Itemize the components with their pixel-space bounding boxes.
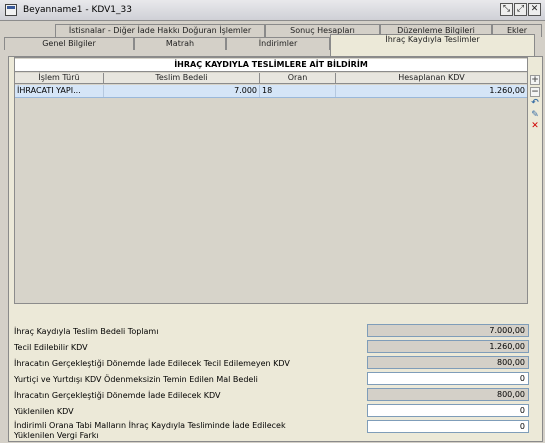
window-icon (5, 4, 17, 16)
grid-title: İHRAÇ KAYDIYLA TESLİMLERE AİT BİLDİRİM (15, 59, 527, 72)
add-row-icon[interactable]: + (530, 75, 540, 85)
label-vergi-farki-line1: İndirimli Orana Tabi Malların İhraç Kayd… (14, 421, 286, 430)
teslim-grid: İHRAÇ KAYDIYLA TESLİMLERE AİT BİLDİRİM İ… (14, 57, 528, 304)
label-tecil-edilebilir-kdv: Tecil Edilebilir KDV (14, 343, 88, 352)
field-teslim-bedeli-toplami[interactable]: 7.000,00 (367, 324, 529, 337)
table-row[interactable]: İHRACATI YAPI... 7.000 18 1.260,00 (15, 85, 527, 98)
cell-hesaplanan-kdv[interactable]: 1.260,00 (336, 85, 527, 97)
remove-row-icon[interactable]: − (530, 87, 540, 97)
column-header-hesaplanan-kdv[interactable]: Hesaplanan KDV (336, 73, 527, 84)
maximize-icon[interactable]: ⤢ (514, 3, 527, 16)
tab-matrah[interactable]: Matrah (134, 37, 226, 50)
restore-icon[interactable]: ⤡ (500, 3, 513, 16)
field-temin-edilen-mal-bedeli[interactable]: 0 (367, 372, 529, 385)
column-header-islem-turu[interactable]: İşlem Türü (15, 73, 104, 84)
label-iade-tecil-edilemeyen-kdv: İhracatın Gerçekleştiği Dönemde İade Edi… (14, 359, 290, 368)
field-iade-edilecek-kdv[interactable]: 800,00 (367, 388, 529, 401)
label-teslim-bedeli-toplami: İhraç Kaydıyla Teslim Bedeli Toplamı (14, 327, 159, 336)
column-header-teslim-bedeli[interactable]: Teslim Bedeli (104, 73, 260, 84)
label-temin-edilen-mal-bedeli: Yurtiçi ve Yurtdışı KDV Ödenmeksizin Tem… (14, 375, 258, 384)
tab-istisnalar[interactable]: İstisnalar - Diğer İade Hakkı Doğuran İş… (55, 24, 265, 37)
window-title: Beyanname1 - KDV1_33 (23, 5, 132, 15)
delete-icon[interactable]: ✕ (530, 122, 540, 132)
field-yuklenilen-kdv[interactable]: 0 (367, 404, 529, 417)
cell-islem-turu[interactable]: İHRACATI YAPI... (15, 85, 104, 97)
field-tecil-edilebilir-kdv[interactable]: 1.260,00 (367, 340, 529, 353)
field-vergi-farki[interactable]: 0 (367, 420, 529, 433)
edit-icon[interactable]: ✎ (530, 111, 540, 121)
label-vergi-farki-line2: Yüklenilen Vergi Farkı (14, 431, 99, 440)
window-titlebar: Beyanname1 - KDV1_33 ⤡ ⤢ ✕ (0, 0, 545, 21)
label-iade-edilecek-kdv: İhracatın Gerçekleştiği Dönemde İade Edi… (14, 391, 221, 400)
tab-genel-bilgiler[interactable]: Genel Bilgiler (4, 37, 134, 50)
cell-oran[interactable]: 18 (260, 85, 336, 97)
column-header-oran[interactable]: Oran (260, 73, 336, 84)
label-yuklenilen-kdv: Yüklenilen KDV (14, 407, 74, 416)
tab-indirimler[interactable]: İndirimler (226, 37, 330, 50)
close-icon[interactable]: ✕ (528, 3, 541, 16)
cell-teslim-bedeli[interactable]: 7.000 (104, 85, 260, 97)
undo-icon[interactable]: ↶ (530, 99, 540, 109)
tab-ihrac-kaydiyla-teslimler[interactable]: İhraç Kaydıyla Teslimler (330, 34, 535, 56)
field-iade-tecil-edilemeyen-kdv[interactable]: 800,00 (367, 356, 529, 369)
